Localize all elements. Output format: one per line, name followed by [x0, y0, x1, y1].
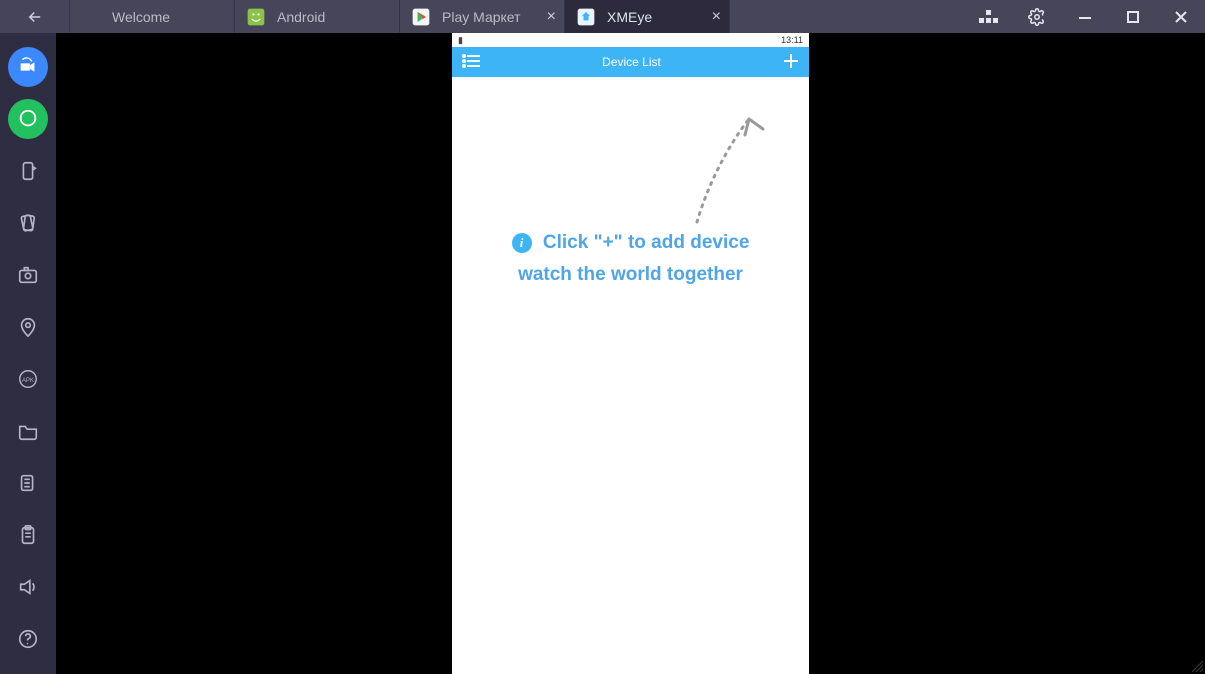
settings-button[interactable]	[1013, 0, 1061, 33]
volume-icon[interactable]	[8, 567, 48, 607]
window-controls	[965, 0, 1205, 33]
home-icon	[80, 6, 102, 28]
tab-play-market[interactable]: Play Маркет ×	[400, 0, 565, 33]
keyboard-button[interactable]	[965, 0, 1013, 33]
resize-grip[interactable]	[1189, 658, 1203, 672]
xmeye-icon	[575, 6, 597, 28]
arrow-hint-icon	[687, 107, 767, 227]
shake-icon[interactable]	[8, 203, 48, 243]
back-button[interactable]	[0, 0, 70, 33]
screenshot-icon[interactable]	[8, 255, 48, 295]
android-icon	[245, 6, 267, 28]
hint-line-1: Click "+" to add device	[543, 232, 750, 253]
help-icon[interactable]	[8, 619, 48, 659]
svg-text:APK: APK	[22, 378, 34, 384]
tab-label: XMEye	[607, 9, 652, 25]
rotate-icon[interactable]	[8, 151, 48, 191]
chat-icon[interactable]	[8, 99, 48, 139]
camera-icon[interactable]	[8, 47, 48, 87]
tab-android[interactable]: Android	[235, 0, 400, 33]
titlebar-spacer	[730, 0, 965, 33]
location-icon[interactable]	[8, 307, 48, 347]
app-bar: Device List	[452, 47, 809, 77]
tab-xmeye[interactable]: XMEye ×	[565, 0, 730, 33]
battery-icon: ▮	[458, 35, 463, 46]
maximize-button[interactable]	[1109, 0, 1157, 33]
hint-line-2: watch the world together	[452, 259, 809, 291]
title-bar: Welcome Android Play Маркет × XMEye ×	[0, 0, 1205, 33]
empty-state: i Click "+" to add device watch the worl…	[452, 77, 809, 674]
close-window-button[interactable]	[1157, 0, 1205, 33]
info-icon: i	[512, 233, 532, 253]
phone-frame: ▮ 13:11 Device List i Click "+" to add d…	[452, 33, 809, 674]
stage: ▮ 13:11 Device List i Click "+" to add d…	[56, 33, 1205, 674]
add-device-button[interactable]	[783, 53, 799, 72]
tab-welcome[interactable]: Welcome	[70, 0, 235, 33]
apk-icon[interactable]: APK	[8, 359, 48, 399]
close-icon[interactable]: ×	[712, 8, 721, 26]
tab-label: Welcome	[112, 9, 170, 25]
close-icon[interactable]: ×	[547, 8, 556, 26]
appbar-title: Device List	[480, 55, 783, 69]
clipboard-icon[interactable]	[8, 515, 48, 555]
sidebar: APK	[0, 33, 56, 674]
menu-icon[interactable]	[462, 54, 480, 71]
minimize-button[interactable]	[1061, 0, 1109, 33]
phone-status-bar: ▮ 13:11	[452, 33, 809, 47]
copy-icon[interactable]	[8, 463, 48, 503]
play-store-icon	[410, 6, 432, 28]
status-time: 13:11	[781, 35, 803, 45]
tab-label: Android	[277, 9, 325, 25]
folder-icon[interactable]	[8, 411, 48, 451]
empty-hint: i Click "+" to add device watch the worl…	[452, 227, 809, 292]
tab-label: Play Маркет	[442, 9, 521, 25]
